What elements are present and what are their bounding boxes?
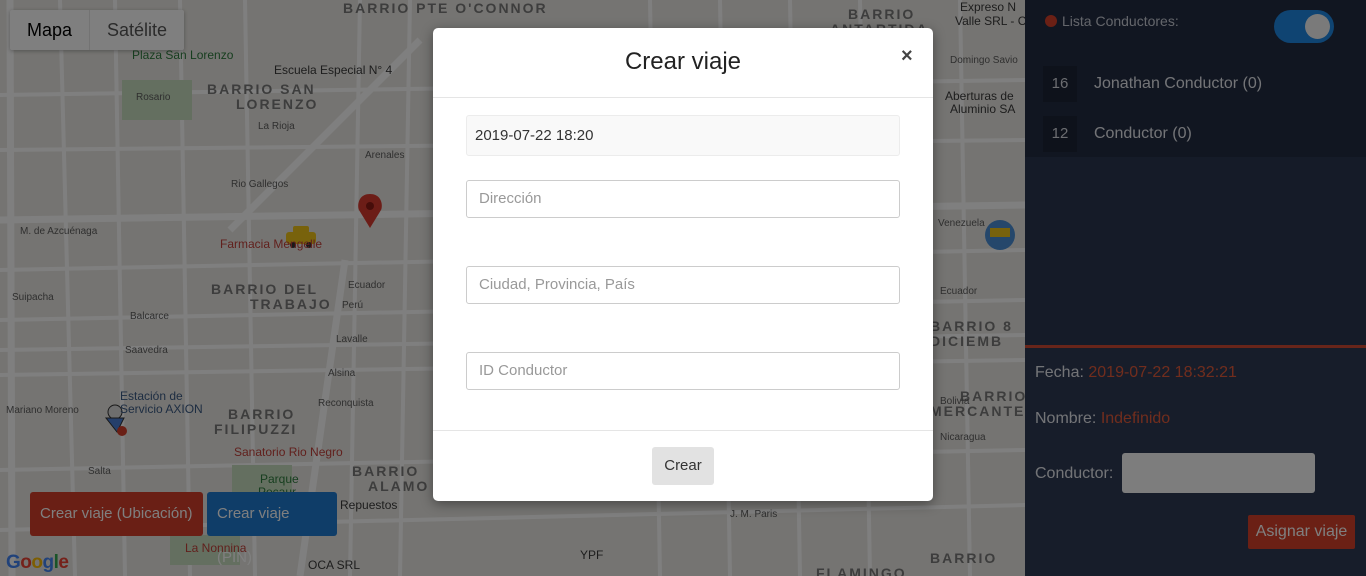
create-trip-modal: Crear viaje × 2019-07-22 18:20 Dirección… [433, 28, 933, 501]
modal-title: Crear viaje [624, 48, 742, 75]
modal-footer: Crear [433, 430, 933, 501]
datetime-field[interactable]: 2019-07-22 18:20 [466, 115, 900, 156]
driver-id-field[interactable]: ID Conductor [466, 352, 900, 390]
close-icon[interactable]: × [901, 45, 913, 68]
modal-header: Crear viaje × [433, 28, 933, 98]
create-button[interactable]: Crear [652, 447, 714, 485]
address-field[interactable]: Dirección [466, 180, 900, 218]
city-field[interactable]: Ciudad, Provincia, País [466, 266, 900, 304]
